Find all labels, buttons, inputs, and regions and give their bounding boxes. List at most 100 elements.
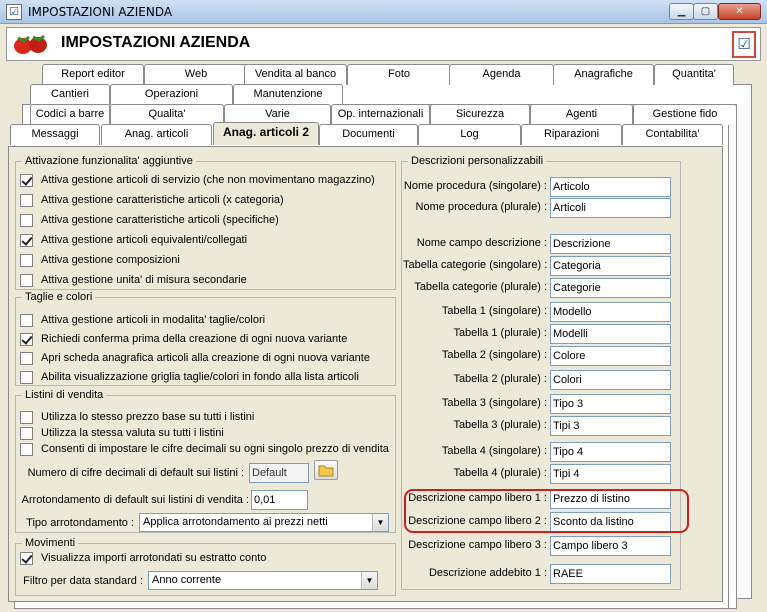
tab-riparazioni[interactable]: Riparazioni: [521, 124, 622, 145]
descrizione-field-7[interactable]: Modelli: [550, 324, 671, 344]
taglie-checkbox-2[interactable]: Richiedi conferma prima della creazione …: [20, 331, 347, 347]
taglie-checkbox-1[interactable]: Attiva gestione articoli in modalita' ta…: [20, 312, 265, 328]
checkbox-unchecked-icon[interactable]: [20, 442, 33, 456]
confirm-button[interactable]: ☑: [732, 31, 756, 58]
tab-foto[interactable]: Foto: [347, 64, 451, 85]
attivazione-checkbox-label: Attiva gestione articoli equivalenti/col…: [41, 234, 248, 246]
filtro-select[interactable]: Anno corrente ▼: [148, 571, 378, 590]
descrizione-label-5: Tabella categorie (plurale) :: [414, 281, 547, 293]
tab-contabilita[interactable]: Contabilita': [622, 124, 723, 145]
taglie-checkbox-4[interactable]: Abilita visualizzazione griglia taglie/c…: [20, 369, 359, 385]
taglie-legend: Taglie e colori: [25, 291, 93, 303]
checkbox-unchecked-icon[interactable]: [20, 213, 33, 227]
movimenti-checkbox-label: Visualizza importi arrotondati su estrat…: [41, 552, 267, 564]
folder-button[interactable]: [314, 460, 338, 480]
descrizione-label-1: Nome procedura (singolare) :: [403, 180, 547, 192]
descrizione-field-9[interactable]: Colori: [550, 370, 671, 390]
taglie-checkbox-3[interactable]: Apri scheda anagrafica articoli alla cre…: [20, 350, 370, 366]
descrizione-field-1[interactable]: Articolo: [550, 177, 671, 197]
tab-vendita-al-banco[interactable]: Vendita al banco: [244, 64, 347, 85]
attivazione-checkbox-6[interactable]: Attiva gestione unita' di misura seconda…: [20, 272, 247, 288]
descrizione-field-4[interactable]: Categoria: [550, 256, 671, 276]
arrotondamento-label: Arrotondamento di default sui listini di…: [21, 494, 249, 506]
descrizioni-legend: Descrizioni personalizzabili: [411, 155, 544, 167]
tab-anag-articoli[interactable]: Anag. articoli: [101, 124, 212, 145]
listini-checkbox-2[interactable]: Utilizza la stessa valuta su tutti i lis…: [20, 425, 224, 441]
folder-icon: [318, 465, 334, 477]
attivazione-checkbox-3[interactable]: Attiva gestione caratteristiche articoli…: [20, 212, 279, 228]
attivazione-checkbox-1[interactable]: Attiva gestione articoli di servizio (ch…: [20, 172, 375, 188]
tab-manutenzione[interactable]: Manutenzione: [233, 84, 343, 105]
checkbox-checked-icon[interactable]: [20, 551, 33, 565]
listini-legend: Listini di vendita: [25, 389, 104, 401]
descrizione-field-5[interactable]: Categorie: [550, 278, 671, 298]
descrizione-label-12: Tabella 4 (singolare) :: [441, 445, 547, 457]
minimize-button[interactable]: ▁: [669, 3, 694, 20]
tab-qualita[interactable]: Qualita': [110, 104, 224, 125]
listini-checkbox-1[interactable]: Utilizza lo stesso prezzo base su tutti …: [20, 409, 254, 425]
tab-panel-anag-articoli-2: Attivazione funzionalita' aggiuntive Att…: [8, 146, 723, 602]
tab-sicurezza[interactable]: Sicurezza: [430, 104, 530, 125]
tab-codici-a-barre[interactable]: Codici a barre: [30, 104, 110, 125]
tab-web[interactable]: Web: [144, 64, 248, 85]
checklist-icon: ☑: [737, 35, 751, 53]
descrizione-field-11[interactable]: Tipi 3: [550, 416, 671, 436]
descrizione-label-6: Tabella 1 (singolare) :: [441, 305, 547, 317]
chevron-down-icon: ▼: [361, 572, 377, 589]
tipo-arrotondamento-value: Applica arrotondamento ai prezzi netti: [143, 516, 328, 528]
descrizione-field-3[interactable]: Descrizione: [550, 234, 671, 254]
tab-report-editor[interactable]: Report editor: [42, 64, 144, 85]
attivazione-checkbox-4[interactable]: Attiva gestione articoli equivalenti/col…: [20, 232, 247, 248]
tab-messaggi[interactable]: Messaggi: [10, 124, 100, 145]
checkbox-unchecked-icon[interactable]: [20, 351, 33, 365]
attivazione-legend: Attivazione funzionalita' aggiuntive: [25, 155, 193, 167]
checkbox-checked-icon[interactable]: [20, 233, 33, 247]
checkbox-unchecked-icon[interactable]: [20, 193, 33, 207]
listini-checkbox-3[interactable]: Consenti di impostare le cifre decimali …: [20, 441, 389, 457]
filtro-value: Anno corrente: [152, 574, 222, 586]
movimenti-checkbox-1[interactable]: Visualizza importi arrotondati su estrat…: [20, 550, 266, 566]
descrizione-label-10: Tabella 3 (singolare) :: [441, 397, 547, 409]
checkbox-unchecked-icon[interactable]: [20, 426, 33, 440]
descrizione-field-12[interactable]: Tipo 4: [550, 442, 671, 462]
descrizione-label-7: Tabella 1 (plurale) :: [453, 327, 547, 339]
tab-operazioni[interactable]: Operazioni: [110, 84, 233, 105]
descrizione-field-10[interactable]: Tipo 3: [550, 394, 671, 414]
descrizione-field-8[interactable]: Colore: [550, 346, 671, 366]
tab-agenda[interactable]: Agenda: [449, 64, 554, 85]
arrotondamento-field[interactable]: 0,01: [251, 490, 308, 510]
descrizione-field-16[interactable]: Campo libero 3: [550, 536, 671, 556]
tab-op-internazionali[interactable]: Op. internazionali: [331, 104, 430, 125]
descrizione-field-17[interactable]: RAEE: [550, 564, 671, 584]
checkbox-unchecked-icon[interactable]: [20, 313, 33, 327]
tab-quantita[interactable]: Quantita': [654, 64, 734, 85]
tab-cantieri[interactable]: Cantieri: [30, 84, 110, 105]
decimali-field[interactable]: Default: [249, 463, 309, 483]
attivazione-checkbox-2[interactable]: Attiva gestione caratteristiche articoli…: [20, 192, 284, 208]
checkbox-checked-icon[interactable]: [20, 332, 33, 346]
attivazione-checkbox-label: Attiva gestione caratteristiche articoli…: [41, 194, 284, 206]
window-title: IMPOSTAZIONI AZIENDA: [28, 5, 173, 19]
close-button[interactable]: ✕: [718, 3, 761, 20]
checkbox-unchecked-icon[interactable]: [20, 273, 33, 287]
tab-anag-articoli-2[interactable]: Anag. articoli 2: [213, 122, 319, 145]
tipo-arrotondamento-select[interactable]: Applica arrotondamento ai prezzi netti ▼: [139, 513, 389, 532]
checkbox-unchecked-icon[interactable]: [20, 410, 33, 424]
tipo-arrotondamento-label: Tipo arrotondamento :: [26, 517, 134, 529]
tab-documenti[interactable]: Documenti: [319, 124, 418, 145]
tab-gestione-fido[interactable]: Gestione fido: [633, 104, 737, 125]
attivazione-checkbox-label: Attiva gestione caratteristiche articoli…: [41, 214, 279, 226]
decimali-label: Numero di cifre decimali di default sui …: [27, 467, 244, 479]
descrizione-field-13[interactable]: Tipi 4: [550, 464, 671, 484]
tab-agenti[interactable]: Agenti: [530, 104, 633, 125]
checkbox-unchecked-icon[interactable]: [20, 253, 33, 267]
descrizione-field-6[interactable]: Modello: [550, 302, 671, 322]
checkbox-unchecked-icon[interactable]: [20, 370, 33, 384]
attivazione-checkbox-5[interactable]: Attiva gestione composizioni: [20, 252, 180, 268]
checkbox-checked-icon[interactable]: [20, 173, 33, 187]
descrizione-label-4: Tabella categorie (singolare) :: [403, 259, 548, 271]
maximize-button[interactable]: ▢: [693, 3, 718, 20]
tab-anagrafiche[interactable]: Anagrafiche: [553, 64, 654, 85]
descrizione-field-2[interactable]: Articoli: [550, 198, 671, 218]
tab-log[interactable]: Log: [418, 124, 521, 145]
